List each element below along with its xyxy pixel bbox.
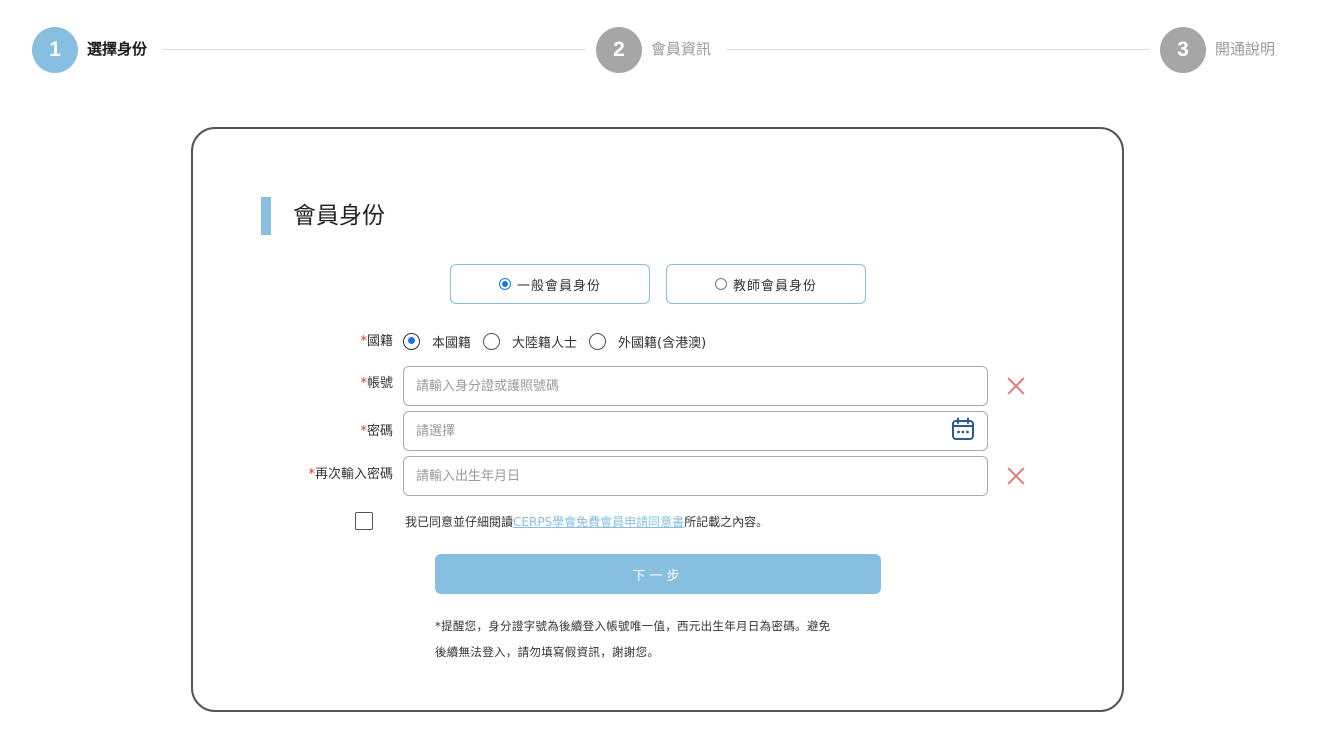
step-connector bbox=[162, 49, 586, 50]
radio-unselected-icon bbox=[483, 332, 501, 350]
step-3-circle: 3 bbox=[1160, 27, 1206, 73]
radio-selected-icon bbox=[403, 332, 420, 350]
confirm-password-label: *再次輸入密碼 bbox=[253, 466, 393, 484]
step-1-label: 選擇身份 bbox=[87, 40, 148, 58]
section-title: 會員身份 bbox=[293, 203, 385, 229]
general-member-option[interactable]: 一般會員身份 bbox=[450, 264, 650, 304]
general-member-label: 一般會員身份 bbox=[516, 278, 601, 294]
account-label-text: 帳號 bbox=[366, 376, 393, 391]
confirm-password-label-text: 再次輸入密碼 bbox=[314, 467, 393, 482]
step-2-label: 會員資訊 bbox=[651, 40, 712, 58]
radio-selected-icon bbox=[498, 278, 511, 290]
step-1-circle: 1 bbox=[32, 27, 78, 73]
nationality-option-label: 大陸籍人士 bbox=[512, 335, 578, 351]
nationality-option-label: 外國籍(含港澳) bbox=[618, 335, 707, 351]
step-2-number: 2 bbox=[613, 38, 625, 61]
nationality-option-mainland[interactable]: 大陸籍人士 bbox=[483, 332, 577, 351]
registration-card: 會員身份 一般會員身份 教師會員身份 *國籍 本國籍 大陸籍人士 外國籍(含港澳… bbox=[191, 127, 1124, 712]
step-2-circle: 2 bbox=[596, 27, 642, 73]
nationality-option-foreign[interactable]: 外國籍(含港澳) bbox=[589, 332, 706, 351]
agreement-prefix: 我已同意並仔細閱讀 bbox=[405, 515, 514, 529]
agreement-text: 我已同意並仔細閱讀CERPS學會免費會員申請同意書所記載之內容。 bbox=[405, 514, 768, 530]
account-label: *帳號 bbox=[293, 375, 393, 393]
reminder-note-line-1: *提醒您，身分證字號為後續登入帳號唯一值，西元出生年月日為密碼。避免 bbox=[435, 619, 831, 633]
step-3-label: 開通說明 bbox=[1215, 40, 1276, 58]
nationality-radio-group: 本國籍 大陸籍人士 外國籍(含港澳) bbox=[403, 330, 716, 352]
agreement-suffix: 所記載之內容。 bbox=[684, 515, 769, 529]
teacher-member-option[interactable]: 教師會員身份 bbox=[666, 264, 866, 304]
teacher-member-label: 教師會員身份 bbox=[732, 278, 817, 294]
reminder-note-line-2: 後續無法登入，請勿填寫假資訊，謝謝您。 bbox=[435, 645, 660, 659]
confirm-password-input[interactable] bbox=[403, 456, 988, 496]
password-label: *密碼 bbox=[293, 423, 393, 441]
password-input[interactable] bbox=[403, 411, 988, 451]
password-label-text: 密碼 bbox=[366, 424, 393, 439]
nationality-option-domestic[interactable]: 本國籍 bbox=[403, 332, 471, 351]
clear-confirm-password-icon[interactable] bbox=[1006, 465, 1026, 485]
agreement-checkbox[interactable] bbox=[355, 512, 373, 530]
step-1-number: 1 bbox=[49, 38, 61, 61]
step-connector bbox=[726, 49, 1150, 50]
radio-unselected-icon bbox=[589, 332, 607, 350]
reminder-note: *提醒您，身分證字號為後續登入帳號唯一值，西元出生年月日為密碼。避免 後續無法登… bbox=[435, 613, 885, 665]
next-step-button[interactable]: 下一步 bbox=[435, 554, 881, 594]
progress-stepper: 1 選擇身份 2 會員資訊 3 開通說明 bbox=[0, 0, 1338, 100]
nationality-label-text: 國籍 bbox=[366, 334, 393, 349]
calendar-icon[interactable] bbox=[951, 417, 975, 441]
step-3-number: 3 bbox=[1177, 38, 1189, 61]
radio-unselected-icon bbox=[714, 278, 727, 290]
nationality-option-label: 本國籍 bbox=[432, 335, 472, 351]
account-input[interactable] bbox=[403, 366, 988, 406]
section-title-accent bbox=[261, 197, 271, 235]
clear-account-icon[interactable] bbox=[1006, 375, 1026, 395]
agreement-link[interactable]: CERPS學會免費會員申請同意書 bbox=[513, 515, 684, 529]
nationality-label: *國籍 bbox=[343, 333, 393, 351]
